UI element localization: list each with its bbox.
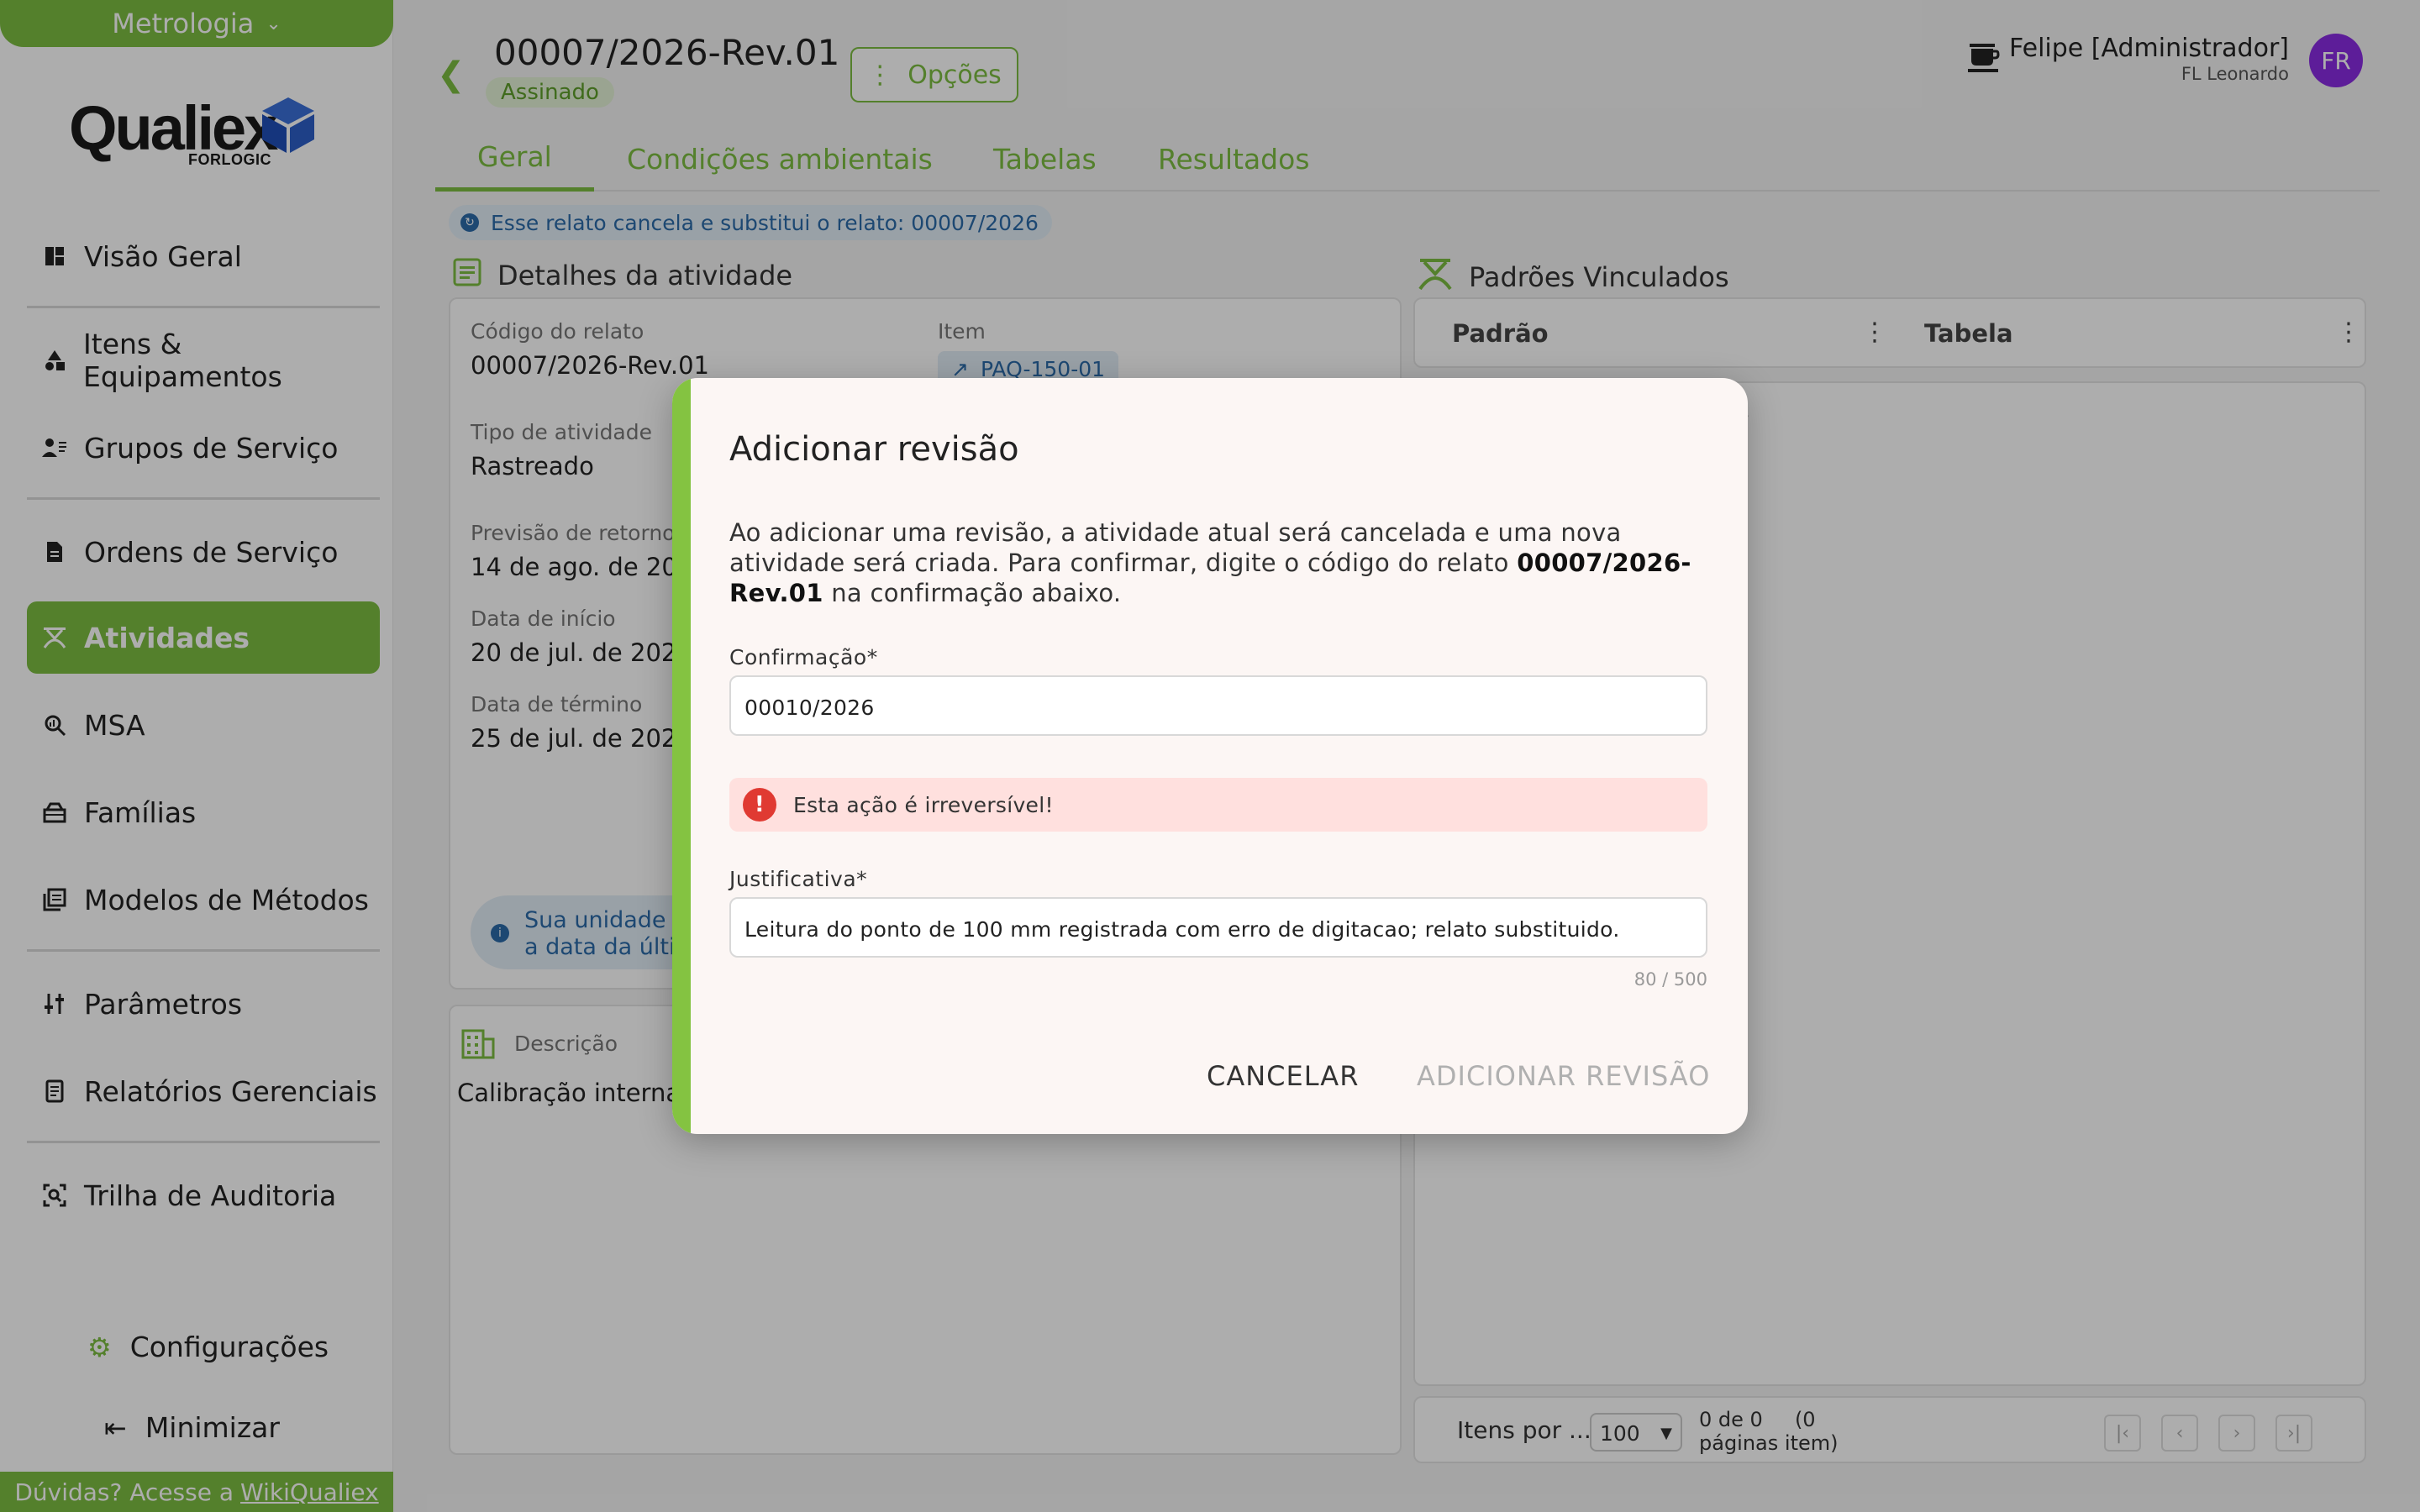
cancel-button[interactable]: CANCELAR [1207, 1060, 1359, 1092]
alert-icon: ! [743, 788, 776, 822]
add-revision-button[interactable]: ADICIONAR REVISÃO [1417, 1060, 1710, 1092]
add-revision-dialog: Adicionar revisão Ao adicionar uma revis… [672, 378, 1748, 1134]
dialog-message-end: na confirmação abaixo. [823, 579, 1122, 607]
confirmation-input[interactable]: 00010/2026 [729, 675, 1707, 736]
confirmation-label: Confirmação* [729, 645, 878, 669]
dialog-message: Ao adicionar uma revisão, a atividade at… [729, 517, 1721, 608]
irreversible-warning: ! Esta ação é irreversível! [729, 778, 1707, 832]
dialog-accent-bar [672, 378, 691, 1134]
justification-input[interactable]: Leitura do ponto de 100 mm registrada co… [729, 897, 1707, 958]
dialog-message-start: Ao adicionar uma revisão, a atividade at… [729, 518, 1622, 577]
dialog-title: Adicionar revisão [729, 430, 1019, 469]
character-counter: 80 / 500 [1634, 969, 1707, 990]
warning-text: Esta ação é irreversível! [793, 792, 1054, 817]
justification-label: Justificativa* [729, 867, 868, 891]
